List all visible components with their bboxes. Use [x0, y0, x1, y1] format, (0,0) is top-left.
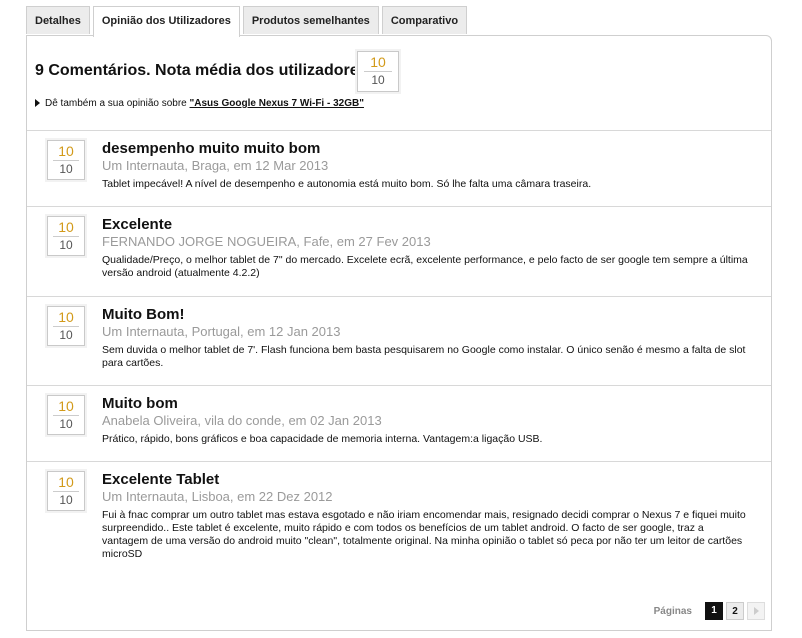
triangle-right-icon	[35, 99, 40, 107]
review-meta: Anabela Oliveira, vila do conde, em 02 J…	[102, 413, 382, 428]
review-rating-value: 10	[58, 219, 74, 235]
review-meta: Um Internauta, Portugal, em 12 Jan 2013	[102, 324, 341, 339]
review-rating-value: 10	[58, 398, 74, 414]
review-rating-badge: 10 10	[47, 216, 85, 256]
review-rating-max: 10	[53, 160, 79, 177]
review-text: Sem duvida o melhor tablet de 7'. Flash …	[102, 344, 746, 369]
divider	[27, 130, 771, 131]
divider	[27, 206, 771, 207]
review-text: Tablet impecável! A nível de desempenho …	[102, 178, 592, 190]
review-rating-max: 10	[53, 326, 79, 343]
review-title: Muito Bom!	[102, 306, 185, 323]
review-rating-badge: 10 10	[47, 471, 85, 511]
review-title: desempenho muito muito bom	[102, 140, 321, 157]
review-rating-badge: 10 10	[47, 140, 85, 180]
divider	[27, 461, 771, 462]
give-opinion-prefix: Dê também a sua opinião sobre	[45, 98, 190, 109]
review-meta: FERNANDO JORGE NOGUEIRA, Fafe, em 27 Fev…	[102, 234, 431, 249]
pagination-label: Páginas	[653, 605, 692, 617]
review-rating-max: 10	[53, 236, 79, 253]
review-title: Excelente	[102, 216, 173, 233]
average-rating-max: 10	[364, 71, 392, 88]
give-opinion-link[interactable]: "Asus Google Nexus 7 Wi-Fi - 32GB"	[190, 98, 364, 109]
review-meta: Um Internauta, Braga, em 12 Mar 2013	[102, 158, 329, 173]
tab-detalhes[interactable]: Detalhes	[26, 6, 90, 34]
tab-produtos-semelhantes[interactable]: Produtos semelhantes	[242, 6, 379, 34]
review-text: Prático, rápido, bons gráficos e boa cap…	[102, 433, 543, 445]
tab-opiniao-utilizadores[interactable]: Opinião dos Utilizadores	[92, 6, 240, 37]
page-1-button[interactable]: 1	[705, 602, 723, 620]
review-rating-value: 10	[58, 474, 74, 490]
divider	[27, 385, 771, 386]
give-opinion-row: Dê também a sua opinião sobre "Asus Goog…	[35, 98, 364, 109]
review-meta: Um Internauta, Lisboa, em 22 Dez 2012	[102, 489, 333, 504]
page-2-button[interactable]: 2	[726, 602, 744, 620]
review-rating-badge: 10 10	[47, 306, 85, 346]
review-title: Muito bom	[102, 395, 178, 412]
average-rating-value: 10	[370, 54, 386, 70]
reviews-summary-title: 9 Comentários. Nota média dos utilizador…	[35, 62, 373, 79]
review-rating-value: 10	[58, 143, 74, 159]
tab-comparativo[interactable]: Comparativo	[381, 6, 468, 34]
reviews-panel: 9 Comentários. Nota média dos utilizador…	[26, 35, 772, 631]
review-title: Excelente Tablet	[102, 471, 220, 488]
review-text: Fui à fnac comprar um outro tablet mas e…	[102, 509, 746, 560]
review-rating-max: 10	[53, 491, 79, 508]
review-text: Qualidade/Preço, o melhor tablet de 7" d…	[102, 254, 748, 279]
review-rating-max: 10	[53, 415, 79, 432]
tab-bar: Detalhes Opinião dos Utilizadores Produt…	[26, 6, 470, 37]
review-rating-badge: 10 10	[47, 395, 85, 435]
next-page-arrow-icon[interactable]	[747, 602, 765, 620]
pagination: Páginas 1 2	[654, 602, 765, 620]
divider	[27, 296, 771, 297]
review-rating-value: 10	[58, 309, 74, 325]
average-rating-badge: 10 10	[357, 51, 399, 92]
